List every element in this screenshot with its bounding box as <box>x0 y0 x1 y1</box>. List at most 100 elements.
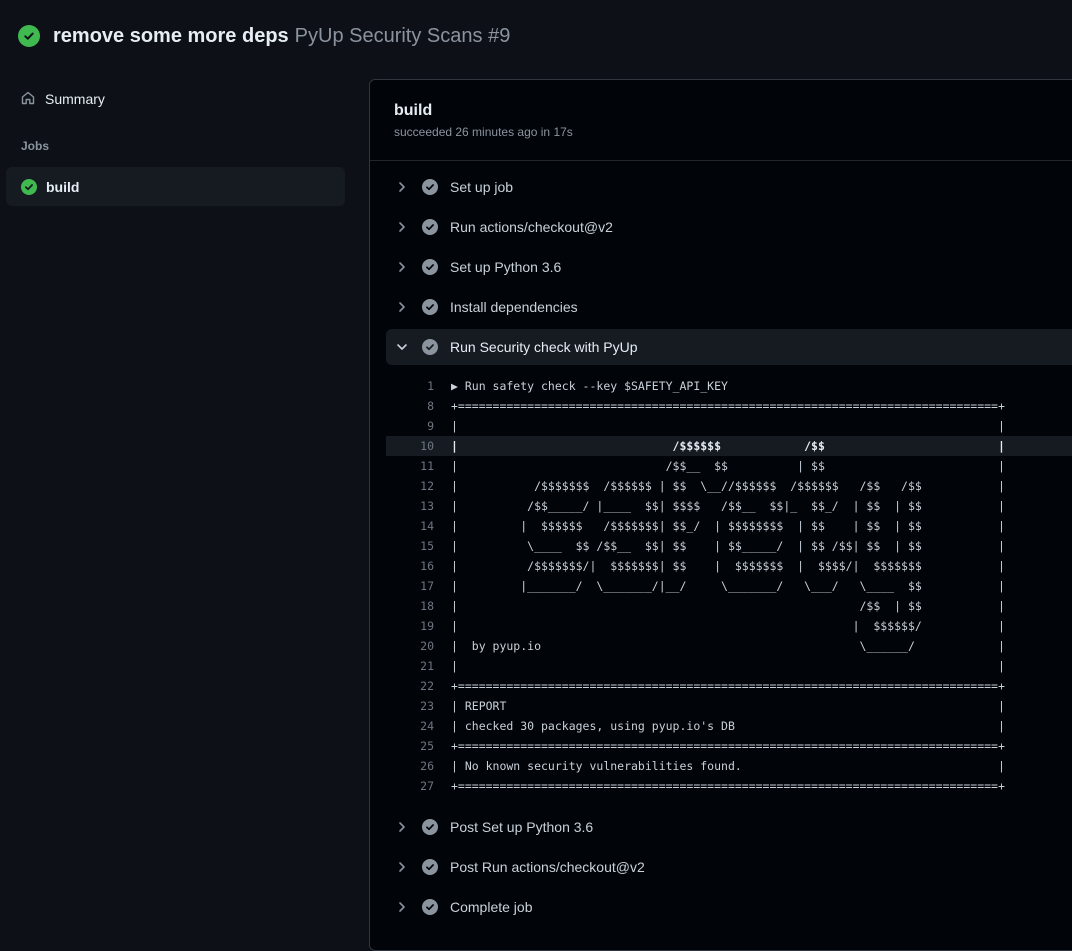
log-line[interactable]: 18 | /$$ | $$ | <box>386 596 1072 616</box>
check-circle-icon <box>422 819 438 835</box>
log-line-text: ▶ Run safety check --key $SAFETY_API_KEY <box>451 379 728 393</box>
chevron-right-icon <box>394 179 410 195</box>
chevron-right-icon <box>394 819 410 835</box>
log-line-text: | checked 30 packages, using pyup.io's D… <box>451 719 1005 733</box>
log-line-text: +=======================================… <box>451 739 1005 753</box>
log-line-number[interactable]: 22 <box>386 679 434 693</box>
step-label: Post Set up Python 3.6 <box>450 819 594 835</box>
log-line-text: | | $$$$$$/ | <box>451 619 1005 633</box>
log-line-number[interactable]: 26 <box>386 759 434 773</box>
log-line[interactable]: 23 | REPORT | <box>386 696 1072 716</box>
log-line-text: +=======================================… <box>451 779 1005 793</box>
log-line-number[interactable]: 14 <box>386 519 434 533</box>
log-line-number[interactable]: 16 <box>386 559 434 573</box>
log-line-text: | REPORT | <box>451 699 1005 713</box>
check-circle-icon <box>422 299 438 315</box>
log-line-text: +=======================================… <box>451 399 1005 413</box>
log-line[interactable]: 11 | /$$__ $$ | $$ | <box>386 456 1072 476</box>
log-line-number[interactable]: 18 <box>386 599 434 613</box>
log-line[interactable]: 26 | No known security vulnerabilities fo… <box>386 756 1072 776</box>
log-line-number[interactable]: 8 <box>386 399 434 413</box>
log-line-number[interactable]: 27 <box>386 779 434 793</box>
success-check-icon <box>21 178 37 195</box>
log-line-text: | /$$ | $$ | <box>451 599 1005 613</box>
log-line-number[interactable]: 13 <box>386 499 434 513</box>
log-line-text: | /$$$$$$ /$$ | <box>451 439 1005 453</box>
log-line-number[interactable]: 21 <box>386 659 434 673</box>
step-label: Post Run actions/checkout@v2 <box>450 859 645 875</box>
log-line[interactable]: 16 | /$$$$$$$/| $$$$$$$| $$ | $$$$$$$ | $… <box>386 556 1072 576</box>
log-line[interactable]: 9 | | <box>386 416 1072 436</box>
step-label: Run actions/checkout@v2 <box>450 219 613 235</box>
log-line[interactable]: 15 | \____ $$ /$$__ $$| $$ | $$_____/ | $… <box>386 536 1072 556</box>
check-circle-icon <box>422 899 438 915</box>
log-line[interactable]: 27 +=====================================… <box>386 776 1072 796</box>
step-run-checkout[interactable]: Run actions/checkout@v2 <box>386 209 1072 245</box>
job-panel: build succeeded 26 minutes ago in 17s Se… <box>369 79 1072 951</box>
check-circle-icon <box>422 259 438 275</box>
log-line[interactable]: 10 | /$$$$$$ /$$ | <box>386 436 1072 456</box>
log-line-text: | | <box>451 659 1005 673</box>
job-meta: succeeded 26 minutes ago in 17s <box>394 125 573 139</box>
step-post-run-checkout[interactable]: Post Run actions/checkout@v2 <box>386 849 1072 885</box>
check-circle-icon <box>422 219 438 235</box>
chevron-down-icon <box>394 339 410 355</box>
log-line-number[interactable]: 24 <box>386 719 434 733</box>
log-line[interactable]: 8 +======================================… <box>386 396 1072 416</box>
log-line-number[interactable]: 17 <box>386 579 434 593</box>
log-line[interactable]: 14 | | $$$$$$ /$$$$$$$| $$_/ | $$$$$$$$ |… <box>386 516 1072 536</box>
jobs-heading: Jobs <box>21 139 50 153</box>
log-line-text: | by pyup.io \______/ | <box>451 639 1005 653</box>
step-post-set-up-python[interactable]: Post Set up Python 3.6 <box>386 809 1072 845</box>
log-line-number[interactable]: 1 <box>386 379 434 393</box>
sidebar-item-build[interactable]: build <box>6 167 345 206</box>
log-line-text: +=======================================… <box>451 679 1005 693</box>
divider <box>370 160 1072 161</box>
check-circle-icon <box>422 859 438 875</box>
step-label: Complete job <box>450 899 533 915</box>
log-line-text: | |_______/ \_______/|__/ \_______/ \___… <box>451 579 1005 593</box>
log-line-number[interactable]: 20 <box>386 639 434 653</box>
log-line-text: | No known security vulnerabilities foun… <box>451 759 1005 773</box>
home-icon <box>20 90 36 109</box>
step-set-up-python[interactable]: Set up Python 3.6 <box>386 249 1072 285</box>
log-line[interactable]: 22 +=====================================… <box>386 676 1072 696</box>
log-line-text: | | <box>451 419 1005 433</box>
log-line-number[interactable]: 15 <box>386 539 434 553</box>
step-complete-job[interactable]: Complete job <box>386 889 1072 925</box>
step-set-up-job[interactable]: Set up job <box>386 169 1072 205</box>
log-line-number[interactable]: 23 <box>386 699 434 713</box>
log-line[interactable]: 13 | /$$_____/ |____ $$| $$$$ /$$__ $$|_ … <box>386 496 1072 516</box>
step-log: 1 ▶ Run safety check --key $SAFETY_API_KE… <box>386 376 1072 796</box>
sidebar-job-label: build <box>46 178 80 195</box>
log-line-number[interactable]: 9 <box>386 419 434 433</box>
log-line[interactable]: 19 | | $$$$$$/ | <box>386 616 1072 636</box>
log-line[interactable]: 24 | checked 30 packages, using pyup.io's… <box>386 716 1072 736</box>
sidebar-item-summary[interactable]: Summary <box>20 88 105 110</box>
workflow-name: PyUp Security Scans #9 <box>294 24 511 47</box>
run-header: remove some more deps PyUp Security Scan… <box>18 22 510 50</box>
chevron-right-icon <box>394 859 410 875</box>
log-line-text: | /$$$$$$$ /$$$$$$ | $$ \__//$$$$$$ /$$$… <box>451 479 1005 493</box>
log-line-number[interactable]: 10 <box>386 439 434 453</box>
chevron-right-icon <box>394 259 410 275</box>
check-circle-icon <box>422 179 438 195</box>
log-line[interactable]: 21 | | <box>386 656 1072 676</box>
log-line[interactable]: 1 ▶ Run safety check --key $SAFETY_API_KE… <box>386 376 1072 396</box>
sidebar-summary-label: Summary <box>45 91 105 107</box>
log-line[interactable]: 17 | |_______/ \_______/|__/ \_______/ \_… <box>386 576 1072 596</box>
log-line[interactable]: 25 +=====================================… <box>386 736 1072 756</box>
log-line[interactable]: 12 | /$$$$$$$ /$$$$$$ | $$ \__//$$$$$$ /$… <box>386 476 1072 496</box>
step-run-security-check[interactable]: Run Security check with PyUp <box>386 329 1072 365</box>
job-title: build <box>394 102 433 119</box>
chevron-right-icon <box>394 219 410 235</box>
log-line-text: | \____ $$ /$$__ $$| $$ | $$_____/ | $$ … <box>451 539 1005 553</box>
step-install-dependencies[interactable]: Install dependencies <box>386 289 1072 325</box>
log-line-number[interactable]: 19 <box>386 619 434 633</box>
log-line-number[interactable]: 12 <box>386 479 434 493</box>
log-line[interactable]: 20 | by pyup.io \______/ | <box>386 636 1072 656</box>
log-line-number[interactable]: 11 <box>386 459 434 473</box>
log-line-text: | /$$_____/ |____ $$| $$$$ /$$__ $$|_ $$… <box>451 499 1005 513</box>
log-line-text: | /$$__ $$ | $$ | <box>451 459 1005 473</box>
log-line-number[interactable]: 25 <box>386 739 434 753</box>
